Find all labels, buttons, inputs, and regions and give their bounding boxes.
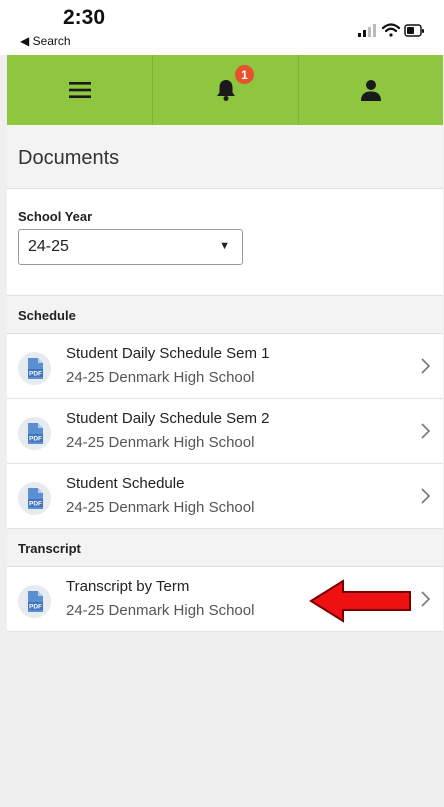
status-time: 2:30 bbox=[63, 6, 106, 29]
svg-text:PDF: PDF bbox=[29, 604, 42, 611]
document-title: Student Schedule bbox=[66, 475, 185, 492]
pdf-icon: PDF bbox=[18, 585, 51, 618]
wifi-icon bbox=[381, 23, 401, 37]
status-bar: 2:30 ◀ Search bbox=[0, 0, 444, 55]
documents-content: Documents School Year 24-25 ▼ Schedule P… bbox=[7, 125, 443, 807]
top-navigation-bar: 1 bbox=[7, 55, 443, 125]
document-subtitle: 24-25 Denmark High School bbox=[66, 369, 255, 386]
document-row[interactable]: PDF Student Daily Schedule Sem 1 24-25 D… bbox=[7, 334, 443, 399]
section-label: Schedule bbox=[18, 308, 76, 323]
school-year-label: School Year bbox=[18, 209, 93, 224]
back-to-search-link[interactable]: ◀ Search bbox=[20, 34, 71, 48]
document-title: Transcript by Term bbox=[66, 578, 190, 595]
notifications-button[interactable]: 1 bbox=[153, 55, 299, 125]
document-title: Student Daily Schedule Sem 2 bbox=[66, 410, 270, 427]
page-title: Documents bbox=[18, 147, 120, 169]
account-button[interactable] bbox=[299, 55, 443, 125]
chevron-right-icon bbox=[421, 488, 431, 504]
notification-count-badge: 1 bbox=[235, 65, 254, 84]
section-header-transcript: Transcript bbox=[7, 529, 443, 567]
hamburger-menu-icon bbox=[68, 82, 91, 98]
school-year-select[interactable]: 24-25 ▼ bbox=[18, 229, 243, 265]
svg-text:PDF: PDF bbox=[29, 501, 42, 508]
document-subtitle: 24-25 Denmark High School bbox=[66, 499, 255, 516]
section-label: Transcript bbox=[18, 541, 81, 556]
battery-icon bbox=[404, 24, 424, 37]
document-subtitle: 24-25 Denmark High School bbox=[66, 602, 255, 619]
school-year-filter: School Year 24-25 ▼ bbox=[7, 189, 443, 296]
user-icon bbox=[361, 80, 381, 101]
chevron-right-icon bbox=[421, 423, 431, 439]
svg-text:PDF: PDF bbox=[29, 371, 42, 378]
document-title: Student Daily Schedule Sem 1 bbox=[66, 345, 270, 362]
red-arrow-icon bbox=[309, 579, 411, 623]
signal-icon bbox=[358, 24, 376, 37]
document-subtitle: 24-25 Denmark High School bbox=[66, 434, 255, 451]
document-row[interactable]: PDF Student Schedule 24-25 Denmark High … bbox=[7, 464, 443, 529]
school-year-value: 24-25 bbox=[28, 238, 69, 255]
page-header: Documents bbox=[7, 125, 443, 189]
chevron-right-icon bbox=[421, 591, 431, 607]
pdf-icon: PDF bbox=[18, 352, 51, 385]
chevron-right-icon bbox=[421, 358, 431, 374]
bell-icon bbox=[216, 80, 235, 101]
svg-text:PDF: PDF bbox=[29, 436, 42, 443]
status-icons bbox=[358, 23, 424, 37]
pdf-icon: PDF bbox=[18, 482, 51, 515]
pdf-icon: PDF bbox=[18, 417, 51, 450]
section-header-schedule: Schedule bbox=[7, 296, 443, 334]
menu-button[interactable] bbox=[7, 55, 153, 125]
dropdown-arrow-icon: ▼ bbox=[219, 240, 230, 252]
document-row[interactable]: PDF Student Daily Schedule Sem 2 24-25 D… bbox=[7, 399, 443, 464]
